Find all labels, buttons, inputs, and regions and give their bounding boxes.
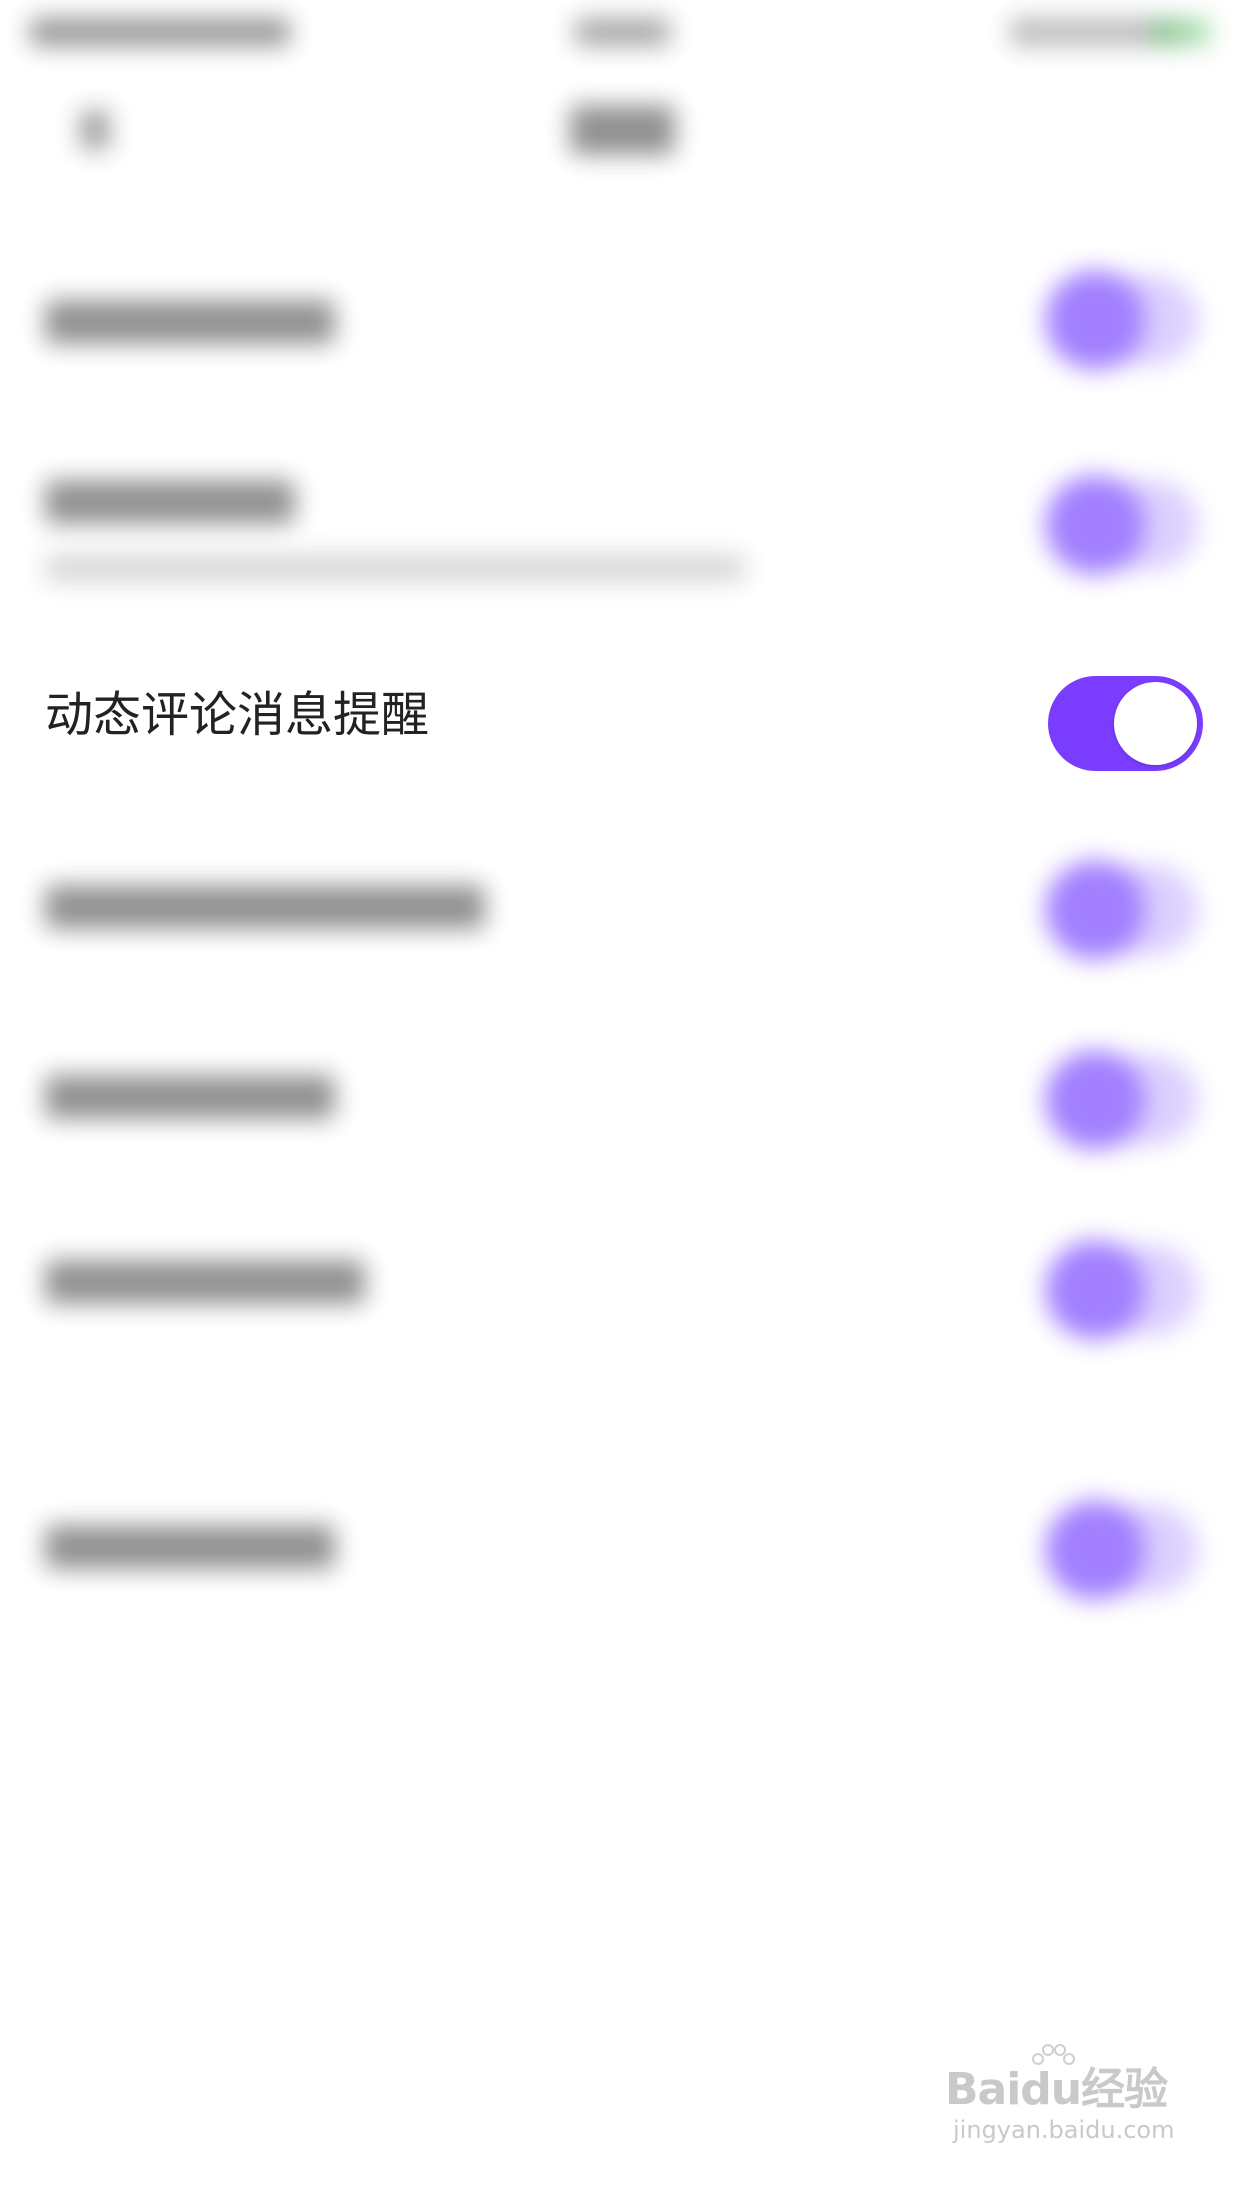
status-bar xyxy=(0,0,1242,70)
baidu-jingyan-watermark: Baidu经验 jingyan.baidu.com xyxy=(945,2044,1185,2145)
toggle-knob xyxy=(1045,1500,1145,1600)
setting-label xyxy=(45,1525,335,1569)
setting-row xyxy=(0,230,1242,410)
status-bar-time xyxy=(575,18,670,46)
setting-label xyxy=(45,1260,365,1304)
toggle-knob xyxy=(1045,1240,1145,1340)
setting-label xyxy=(45,1075,335,1119)
toggle-knob xyxy=(1045,1050,1145,1150)
setting-description xyxy=(45,555,745,581)
toggle-knob xyxy=(1045,475,1145,575)
battery-icon xyxy=(1150,18,1210,46)
setting-row xyxy=(0,820,1242,1000)
setting-label xyxy=(45,885,485,929)
toggle-knob xyxy=(1045,270,1145,370)
setting-row xyxy=(0,440,1242,620)
toggle-knob xyxy=(1114,682,1197,765)
back-icon[interactable] xyxy=(80,110,110,150)
setting-label xyxy=(45,300,335,344)
watermark-url: jingyan.baidu.com xyxy=(953,2116,1175,2144)
comment-reminder-toggle[interactable] xyxy=(1048,676,1203,771)
watermark-logo: Baidu经验 xyxy=(945,2064,1168,2115)
setting-row xyxy=(0,1460,1242,1640)
setting-row-comment-reminder: 动态评论消息提醒 xyxy=(0,650,1242,780)
setting-label-comment-reminder: 动态评论消息提醒 xyxy=(45,687,430,743)
setting-row xyxy=(0,1010,1242,1190)
toggle-knob xyxy=(1045,860,1145,960)
nav-bar xyxy=(0,70,1242,190)
paw-logo-icon xyxy=(1032,2044,1075,2065)
status-bar-carrier xyxy=(30,18,290,46)
setting-row xyxy=(0,1200,1242,1380)
page-title xyxy=(570,105,675,155)
blurred-background xyxy=(0,0,1242,2208)
setting-label xyxy=(45,480,295,524)
